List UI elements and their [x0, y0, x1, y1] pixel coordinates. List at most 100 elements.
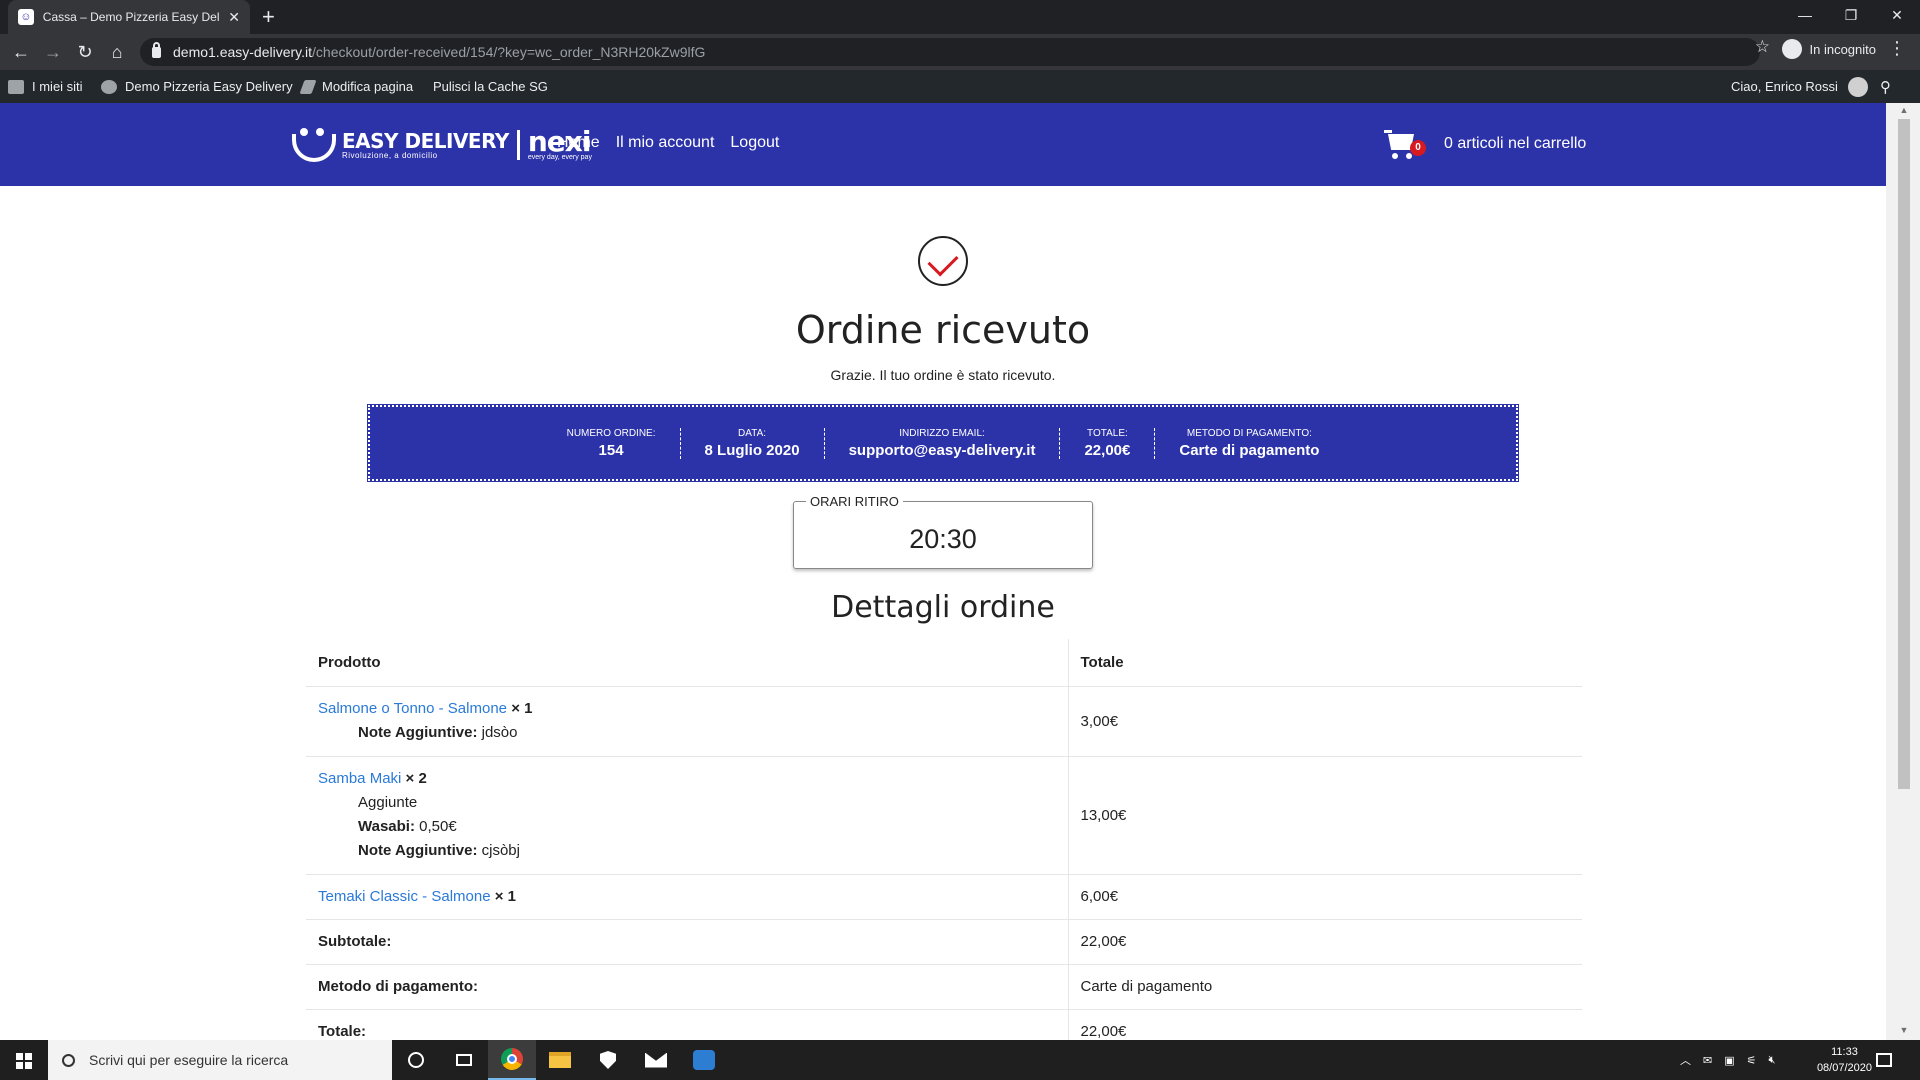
page-scrollbar[interactable]: ▲ ▼ — [1886, 103, 1920, 1040]
reload-icon[interactable]: ↻ — [72, 39, 98, 65]
avatar — [1847, 76, 1868, 97]
my-sites-label: I miei siti — [32, 79, 83, 94]
edit-page-link[interactable]: Modifica pagina — [299, 70, 414, 103]
total-row: Totale: 22,00€ — [306, 1009, 1582, 1040]
logo-partner-tagline: every day, every pay — [527, 153, 592, 161]
site-logo[interactable]: EASY DELIVERY Rivoluzione, a domicilio n… — [288, 125, 592, 165]
overview-label: DATA: — [738, 427, 767, 439]
mail-icon[interactable] — [632, 1040, 680, 1080]
clock-time: 11:33 — [1831, 1046, 1858, 1058]
search-icon — [62, 1053, 75, 1067]
product-cell: Temaki Classic - Salmone × 1 — [306, 874, 1068, 920]
logo-main-text: EASY DELIVERY — [342, 128, 509, 153]
tab-title: Cassa – Demo Pizzeria Easy Deliv — [42, 10, 221, 24]
greeting-label: Ciao, Enrico Rossi — [1731, 79, 1838, 94]
logo-divider — [516, 130, 520, 160]
url-path: /checkout/order-received/154/?key=wc_ord… — [312, 44, 706, 60]
back-icon[interactable]: ← — [8, 39, 34, 65]
subtotal-label: Subtotale: — [306, 919, 1068, 965]
windows-taskbar: Scrivi qui per eseguire la ricerca ︿ ✉ ▣… — [0, 1040, 1920, 1080]
product-link[interactable]: Salmone o Tonno - Salmone — [318, 700, 507, 717]
start-button[interactable] — [0, 1040, 48, 1080]
addons-label: Aggiunte — [358, 794, 418, 811]
nav-my-account[interactable]: Il mio account — [616, 134, 715, 152]
task-view-icon[interactable] — [440, 1040, 488, 1080]
notification-app-icon[interactable]: ▣ — [1724, 1054, 1734, 1067]
product-cell: Salmone o Tonno - Salmone × 1 Note Aggiu… — [306, 686, 1068, 757]
table-header-row: Prodotto Totale — [306, 639, 1582, 687]
close-window-icon[interactable]: ✕ — [1874, 0, 1920, 30]
url-host: demo1.easy-delivery.it — [173, 44, 313, 60]
page-title: Ordine ricevuto — [795, 308, 1091, 352]
chrome-taskbar-icon[interactable] — [488, 1040, 536, 1080]
overview-email: INDIRIZZO EMAIL: supporto@easy-delivery.… — [825, 427, 1061, 459]
url-bar[interactable]: demo1.easy-delivery.it/checkout/order-re… — [140, 38, 1760, 66]
app-taskbar-icon[interactable] — [680, 1040, 728, 1080]
chevron-up-icon[interactable]: ︿ — [1680, 1052, 1691, 1068]
column-header-product: Prodotto — [306, 639, 1068, 687]
restore-icon[interactable]: ❐ — [1828, 0, 1874, 30]
subtotal-row: Subtotale: 22,00€ — [306, 919, 1582, 965]
table-row: Temaki Classic - Salmone × 1 6,00€ — [306, 874, 1582, 920]
forward-icon[interactable]: → — [40, 39, 66, 65]
site-header: EASY DELIVERY Rivoluzione, a domicilio n… — [0, 103, 1886, 186]
taskbar-clock[interactable]: 11:33 08/07/2020 — [1817, 1044, 1872, 1076]
nav-logout[interactable]: Logout — [730, 134, 779, 152]
browser-menu-icon[interactable]: ⋮ — [1888, 38, 1906, 59]
overview-value: supporto@easy-delivery.it — [848, 441, 1036, 459]
order-details-table: Prodotto Totale Salmone o Tonno - Salmon… — [306, 639, 1582, 1040]
close-tab-icon[interactable]: ✕ — [228, 9, 240, 26]
incognito-indicator[interactable]: In incognito — [1781, 38, 1877, 60]
taskbar-search[interactable]: Scrivi qui per eseguire la ricerca — [48, 1040, 392, 1080]
order-overview: NUMERO ORDINE: 154 DATA: 8 Luglio 2020 I… — [367, 404, 1519, 482]
total-label: Totale: — [306, 1009, 1068, 1040]
line-total: 13,00€ — [1067, 756, 1582, 875]
account-menu[interactable]: Ciao, Enrico Rossi — [1731, 70, 1868, 103]
cart-link[interactable]: 0 0 articoli nel carrello — [1384, 128, 1586, 160]
cart-count-badge: 0 — [1410, 140, 1426, 156]
action-center-icon[interactable] — [1876, 1040, 1892, 1080]
payment-method-value: Carte di pagamento — [1067, 964, 1582, 1010]
browser-tab[interactable]: ☺ Cassa – Demo Pizzeria Easy Deliv ✕ — [8, 0, 250, 34]
incognito-icon — [1781, 39, 1802, 59]
home-icon[interactable]: ⌂ — [104, 39, 130, 65]
volume-muted-icon[interactable]: 🔇︎ — [1769, 1054, 1776, 1067]
clock-date: 08/07/2020 — [1816, 1062, 1872, 1074]
overview-label: NUMERO ORDINE: — [566, 427, 656, 439]
overview-value: 22,00€ — [1084, 441, 1131, 459]
security-shield-icon[interactable] — [584, 1040, 632, 1080]
payment-method-row: Metodo di pagamento: Carte di pagamento — [306, 964, 1582, 1010]
pickup-label: ORARI RITIRO — [806, 494, 903, 509]
scroll-up-icon[interactable]: ▲ — [1898, 105, 1910, 115]
scroll-down-icon[interactable]: ▼ — [1898, 1025, 1910, 1035]
product-qty: × 2 — [405, 770, 427, 787]
cart-label: 0 articoli nel carrello — [1444, 135, 1587, 152]
site-favicon-icon: ☺ — [18, 9, 34, 25]
purge-cache-link[interactable]: Pulisci la Cache SG — [433, 70, 548, 103]
minimize-icon[interactable]: — — [1782, 0, 1828, 30]
admin-search-icon[interactable]: ⚲ — [1880, 70, 1891, 103]
site-name-menu[interactable]: Demo Pizzeria Easy Delivery — [101, 70, 293, 103]
incognito-label: In incognito — [1809, 41, 1877, 57]
scrollbar-thumb[interactable] — [1898, 119, 1910, 789]
nav-home[interactable]: Home — [557, 134, 600, 152]
table-row: Salmone o Tonno - Salmone × 1 Note Aggiu… — [306, 686, 1582, 757]
new-tab-icon[interactable]: + — [262, 4, 275, 30]
cortana-icon[interactable] — [392, 1040, 440, 1080]
message-icon[interactable]: ✉ — [1703, 1054, 1712, 1067]
pencil-icon — [299, 79, 317, 94]
product-link[interactable]: Samba Maki — [318, 770, 401, 787]
note-value: jdsòo — [481, 724, 518, 741]
windows-logo-icon — [16, 1053, 32, 1069]
product-link[interactable]: Temaki Classic - Salmone — [318, 888, 491, 905]
edit-page-label: Modifica pagina — [322, 79, 414, 94]
file-explorer-icon[interactable] — [536, 1040, 584, 1080]
wifi-icon[interactable]: ⚟ — [1747, 1054, 1757, 1067]
dashboard-icon — [101, 79, 117, 94]
line-total: 6,00€ — [1067, 874, 1582, 920]
purge-cache-label: Pulisci la Cache SG — [433, 79, 548, 94]
product-cell: Samba Maki × 2 Aggiunte Wasabi: 0,50€ No… — [306, 756, 1068, 875]
overview-label: METODO DI PAGAMENTO: — [1186, 427, 1312, 439]
my-sites-menu[interactable]: I miei siti — [8, 70, 83, 103]
bookmark-star-icon[interactable]: ☆ — [1755, 37, 1770, 57]
